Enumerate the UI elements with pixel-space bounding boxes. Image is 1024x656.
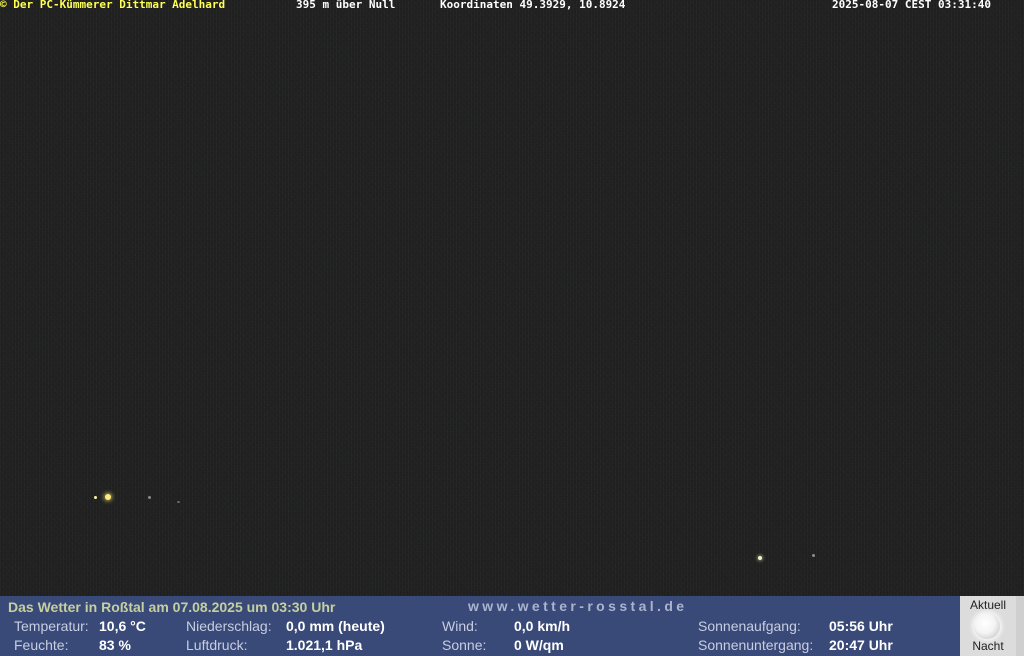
moon-current-label: Aktuell [969,598,1007,612]
wind-value: 0,0 km/h [514,618,571,634]
moon-phase-panel: Aktuell Nacht [960,596,1024,656]
distant-light [177,501,180,503]
weather-panel: Das Wetter in Roßtal am 07.08.2025 um 03… [0,596,960,656]
owner-credit: © Der PC-Kümmerer Dittmar Adelhard [0,0,226,11]
capture-timestamp: 2025-08-07 CEST 03:31:40 [832,0,991,11]
pressure-label: Luftdruck: [186,637,248,653]
distant-light [94,496,97,499]
humidity-value: 83 % [99,637,131,653]
sunrise-label: Sonnenaufgang: [698,618,801,634]
full-moon-icon [974,613,1000,639]
website-link[interactable]: www.wetter-rosstal.de [468,598,687,614]
precipitation-label: Niederschlag: [186,618,272,634]
altitude-text: 395 m über Null [296,0,396,11]
sunrise-value: 05:56 Uhr [829,618,893,634]
temperature-label: Temperatur: [14,618,89,634]
humidity-label: Feuchte: [14,637,69,653]
precipitation-value: 0,0 mm (heute) [286,618,385,634]
distant-light [758,556,762,560]
pressure-value: 1.021,1 hPa [286,637,363,653]
sun-radiation-label: Sonne: [442,637,487,653]
distant-light [148,496,151,499]
sun-radiation-value: 0 W/qm [514,637,564,653]
temperature-value: 10,6 °C [99,618,146,634]
webcam-info-overlay: © Der PC-Kümmerer Dittmar Adelhard 395 m… [0,0,1024,12]
sunset-label: Sonnenuntergang: [698,637,814,653]
webcam-frame: © Der PC-Kümmerer Dittmar Adelhard 395 m… [0,0,1024,656]
moon-night-label: Nacht [972,639,1004,653]
wind-label: Wind: [442,618,478,634]
panel-divider [1016,596,1024,656]
webcam-night-image [0,0,1024,596]
coordinates-text: Koordinaten 49.3929, 10.8924 [440,0,626,11]
distant-light [812,554,815,557]
weather-title: Das Wetter in Roßtal am 07.08.2025 um 03… [8,599,336,615]
sunset-value: 20:47 Uhr [829,637,893,653]
distant-light [105,494,111,500]
